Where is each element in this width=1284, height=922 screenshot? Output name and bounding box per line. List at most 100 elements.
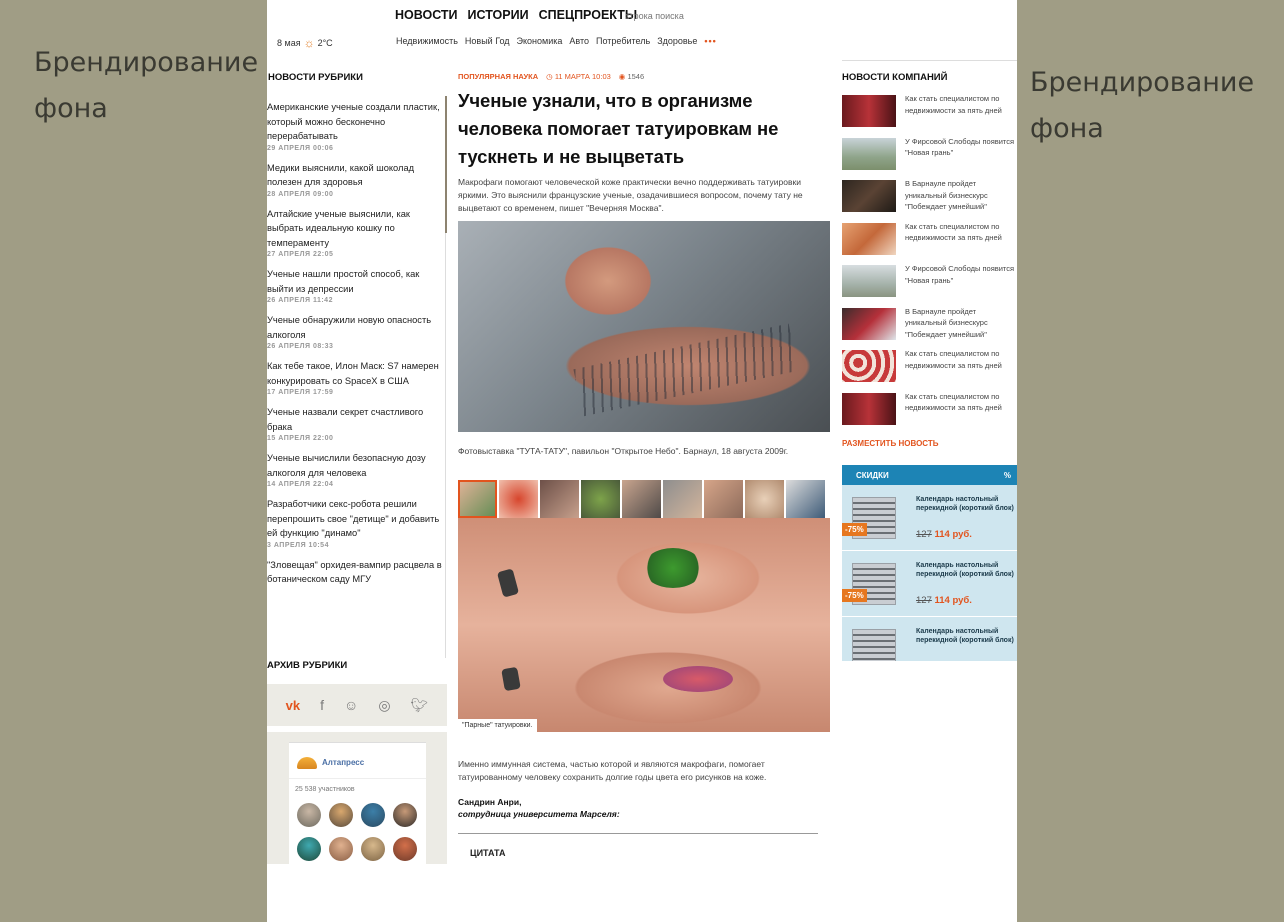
- avatar[interactable]: [329, 803, 353, 827]
- list-item-date: 15 АПРЕЛЯ 22:00: [267, 435, 334, 442]
- list-item-title[interactable]: Разработчики секс-робота решили перепрош…: [267, 497, 447, 541]
- list-item[interactable]: Алтайские ученые выяснили, как выбрать и…: [267, 207, 447, 259]
- discounts-title[interactable]: СКИДКИ: [856, 471, 889, 480]
- list-item[interactable]: Ученые нашли простой способ, как выйти и…: [267, 267, 447, 304]
- subnav-realty[interactable]: Недвижимость: [396, 36, 458, 46]
- odnoklassniki-icon[interactable]: ☺: [344, 697, 358, 713]
- subnav-auto[interactable]: Авто: [569, 36, 589, 46]
- news-thumbnail[interactable]: [842, 95, 896, 127]
- building-image[interactable]: [852, 629, 896, 661]
- gallery-thumbnail[interactable]: [745, 480, 784, 518]
- avatar[interactable]: [297, 803, 321, 827]
- discount-badge: -75%: [842, 523, 867, 536]
- news-thumbnail[interactable]: [842, 180, 896, 212]
- list-item[interactable]: "Зловещая" орхидея-вампир расцвела в бот…: [267, 558, 447, 587]
- list-item-title[interactable]: У Фирсовой Слободы появится "Новая грань…: [905, 263, 1017, 286]
- list-item[interactable]: Ученые обнаружили новую опасность алкого…: [267, 313, 447, 350]
- list-item[interactable]: Разработчики секс-робота решили перепрош…: [267, 497, 447, 549]
- list-item-date: 26 АПРЕЛЯ 08:33: [267, 343, 334, 350]
- news-thumbnail[interactable]: [842, 265, 896, 297]
- gallery-thumbnail[interactable]: [499, 480, 538, 518]
- gallery-thumbnail[interactable]: [458, 480, 497, 518]
- list-item-title[interactable]: В Барнауле пройдет уникальный бизнескурс…: [905, 178, 1017, 213]
- subnav-health[interactable]: Здоровье: [657, 36, 697, 46]
- list-item-title[interactable]: Как стать специалистом по недвижимости з…: [905, 391, 1017, 414]
- list-item[interactable]: У Фирсовой Слободы появится "Новая грань…: [842, 263, 1017, 308]
- gallery-main-photo[interactable]: "Парные" татуировки.: [458, 518, 830, 732]
- list-item[interactable]: Американские ученые создали пластик, кот…: [267, 100, 447, 152]
- discount-item-name[interactable]: Календарь настольный перекидной (коротки…: [916, 561, 1014, 579]
- gallery-thumbnail[interactable]: [540, 480, 579, 518]
- list-item-title[interactable]: Американские ученые создали пластик, кот…: [267, 100, 447, 144]
- list-item[interactable]: У Фирсовой Слободы появится "Новая грань…: [842, 136, 1017, 181]
- news-thumbnail[interactable]: [842, 222, 896, 255]
- list-item-title[interactable]: У Фирсовой Слободы появится "Новая грань…: [905, 136, 1017, 159]
- list-item[interactable]: Медики выяснили, какой шоколад полезен д…: [267, 161, 447, 198]
- gallery-thumbnail[interactable]: [786, 480, 825, 518]
- gallery-thumbnail[interactable]: [622, 480, 661, 518]
- nav-specprojects[interactable]: СПЕЦПРОЕКТЫ: [539, 8, 638, 22]
- news-thumbnail[interactable]: [842, 392, 896, 425]
- list-item-title[interactable]: Ученые назвали секрет счастливого брака: [267, 405, 447, 434]
- list-item-title[interactable]: Ученые вычислили безопасную дозу алкогол…: [267, 451, 447, 480]
- list-item[interactable]: Как стать специалистом по недвижимости з…: [842, 221, 1017, 266]
- list-item-title[interactable]: Алтайские ученые выяснили, как выбрать и…: [267, 207, 447, 251]
- list-item-title[interactable]: В Барнауле пройдет уникальный бизнескурс…: [905, 306, 1017, 341]
- place-news-link[interactable]: РАЗМЕСТИТЬ НОВОСТЬ: [842, 439, 1017, 448]
- discount-item[interactable]: -75% Календарь настольный перекидной (ко…: [842, 551, 1017, 617]
- list-item[interactable]: Как стать специалистом по недвижимости з…: [842, 93, 1017, 138]
- company-news-title: НОВОСТИ КОМПАНИЙ: [842, 72, 948, 83]
- list-item-title[interactable]: Ученые нашли простой способ, как выйти и…: [267, 267, 447, 296]
- gallery-thumbnail[interactable]: [581, 480, 620, 518]
- archive-link[interactable]: АРХИВ РУБРИКИ: [267, 660, 347, 671]
- discount-item[interactable]: -75% Календарь настольный перекидной (ко…: [842, 485, 1017, 551]
- subnav-new-year[interactable]: Новый Год: [465, 36, 510, 46]
- news-thumbnail[interactable]: [842, 350, 896, 382]
- top-navigation: НОВОСТИ ИСТОРИИ СПЕЦПРОЕКТЫ: [395, 8, 637, 22]
- list-item-title[interactable]: Как стать специалистом по недвижимости з…: [905, 221, 1017, 244]
- news-thumbnail[interactable]: [842, 307, 896, 340]
- scrollbar-track[interactable]: [445, 233, 446, 658]
- avatar[interactable]: [361, 837, 385, 861]
- list-item-title[interactable]: Ученые обнаружили новую опасность алкого…: [267, 313, 447, 342]
- discount-item-name[interactable]: Календарь настольный перекидной (коротки…: [916, 495, 1014, 513]
- avatar[interactable]: [393, 837, 417, 861]
- list-item[interactable]: В Барнауле пройдет уникальный бизнескурс…: [842, 178, 1017, 223]
- altapress-logo-icon: [297, 757, 317, 769]
- instagram-icon[interactable]: ◎: [378, 697, 390, 714]
- list-item-title[interactable]: Как стать специалистом по недвижимости з…: [905, 93, 1017, 116]
- discount-item-name[interactable]: Календарь настольный перекидной (коротки…: [916, 627, 1014, 645]
- avatar[interactable]: [361, 803, 385, 827]
- twitter-icon[interactable]: 🐦︎: [411, 697, 429, 714]
- facebook-icon[interactable]: f: [320, 697, 324, 713]
- gallery-thumbnail[interactable]: [704, 480, 743, 518]
- news-thumbnail[interactable]: [842, 137, 896, 170]
- community-name[interactable]: Алтапресс: [322, 758, 364, 767]
- search-hint[interactable]: строка поиска: [625, 11, 684, 21]
- discount-item[interactable]: Календарь настольный перекидной (коротки…: [842, 617, 1017, 661]
- nav-stories[interactable]: ИСТОРИИ: [468, 8, 529, 22]
- list-item-title[interactable]: "Зловещая" орхидея-вампир расцвела в бот…: [267, 558, 447, 587]
- list-item-title[interactable]: Как стать специалистом по недвижимости з…: [905, 348, 1017, 371]
- more-menu-icon[interactable]: •••: [704, 36, 716, 46]
- scrollbar-thumb[interactable]: [445, 96, 447, 233]
- list-item-title[interactable]: Медики выяснили, какой шоколад полезен д…: [267, 161, 447, 190]
- list-item[interactable]: Как тебе такое, Илон Маск: S7 намерен ко…: [267, 359, 447, 396]
- nav-news[interactable]: НОВОСТИ: [395, 8, 458, 22]
- list-item-title[interactable]: Как тебе такое, Илон Маск: S7 намерен ко…: [267, 359, 447, 388]
- member-avatars: [297, 803, 417, 861]
- vk-icon[interactable]: vk: [286, 698, 300, 713]
- gallery-thumbnail[interactable]: [663, 480, 702, 518]
- subnav-economy[interactable]: Экономика: [517, 36, 563, 46]
- subnav-consumer[interactable]: Потребитель: [596, 36, 650, 46]
- list-item[interactable]: Как стать специалистом по недвижимости з…: [842, 391, 1017, 436]
- avatar[interactable]: [329, 837, 353, 861]
- article-main-photo[interactable]: [458, 221, 830, 432]
- list-item[interactable]: Ученые вычислили безопасную дозу алкогол…: [267, 451, 447, 488]
- article-rubric[interactable]: ПОПУЛЯРНАЯ НАУКА: [458, 72, 538, 81]
- avatar[interactable]: [297, 837, 321, 861]
- list-item[interactable]: Ученые назвали секрет счастливого брака 1…: [267, 405, 447, 442]
- avatar[interactable]: [393, 803, 417, 827]
- list-item[interactable]: В Барнауле пройдет уникальный бизнескурс…: [842, 306, 1017, 351]
- list-item[interactable]: Как стать специалистом по недвижимости з…: [842, 348, 1017, 393]
